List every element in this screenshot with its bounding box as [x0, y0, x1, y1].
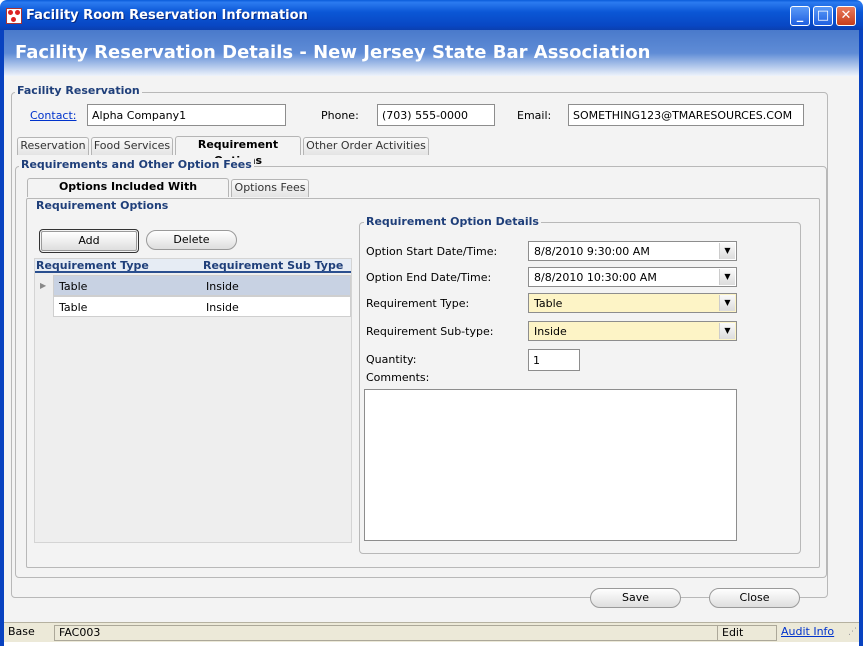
start-datetime-value: 8/8/2010 9:30:00 AM	[534, 245, 650, 258]
comments-textarea[interactable]	[364, 389, 737, 541]
start-datetime-picker[interactable]: 8/8/2010 9:30:00 AM ▼	[528, 241, 737, 261]
contact-field[interactable]: Alpha Company1	[87, 104, 286, 126]
minimize-icon[interactable]: _	[790, 6, 810, 26]
requirement-type-select[interactable]: Table ▼	[528, 293, 737, 313]
option-details-title: Requirement Option Details	[364, 215, 541, 228]
app-icon	[6, 8, 22, 24]
tab-options-included[interactable]: Options Included With Reservation	[27, 178, 229, 209]
phone-field[interactable]: (703) 555-0000	[377, 104, 495, 126]
save-button[interactable]: Save	[590, 588, 681, 608]
requirement-subtype-select[interactable]: Inside ▼	[528, 321, 737, 341]
tab-options-fees[interactable]: Options Fees	[231, 179, 309, 197]
status-bar: Base FAC003 Edit Audit Info ⋰	[4, 622, 859, 642]
quantity-label: Quantity:	[366, 353, 417, 366]
quantity-field[interactable]: 1	[528, 349, 580, 371]
close-icon[interactable]: ✕	[836, 6, 856, 26]
page-header: Facility Reservation Details - New Jerse…	[4, 30, 859, 76]
status-state: Edit	[717, 625, 777, 641]
tab-other-order-activities[interactable]: Other Order Activities	[303, 137, 429, 155]
end-datetime-picker[interactable]: 8/8/2010 10:30:00 AM ▼	[528, 267, 737, 287]
chevron-down-icon[interactable]: ▼	[719, 243, 735, 259]
tab-reservation[interactable]: Reservation	[17, 137, 89, 155]
requirements-group-title: Requirements and Other Option Fees	[19, 158, 254, 171]
requirement-options-title: Requirement Options	[34, 199, 171, 212]
phone-label: Phone:	[321, 109, 359, 122]
start-datetime-label: Option Start Date/Time:	[366, 245, 498, 258]
requirement-subtype-label: Requirement Sub-type:	[366, 325, 494, 338]
window-border-right	[859, 30, 863, 646]
column-requirement-sub-type[interactable]: Requirement Sub Type	[203, 259, 343, 272]
chevron-down-icon[interactable]: ▼	[719, 269, 735, 285]
requirement-type-label: Requirement Type:	[366, 297, 470, 310]
status-code: FAC003	[54, 625, 718, 641]
maximize-icon[interactable]: □	[813, 6, 833, 26]
grid-header: Requirement Type Requirement Sub Type	[35, 259, 351, 273]
chevron-down-icon[interactable]: ▼	[719, 295, 735, 311]
close-button[interactable]: Close	[709, 588, 800, 608]
page-title: Facility Reservation Details - New Jerse…	[15, 42, 651, 63]
email-label: Email:	[517, 109, 552, 122]
cell-requirement-sub-type: Inside	[206, 280, 239, 293]
cell-requirement-type: Table	[59, 301, 88, 314]
status-mode: Base	[8, 625, 35, 638]
tab-food-services[interactable]: Food Services	[91, 137, 173, 155]
delete-button[interactable]: Delete	[146, 230, 237, 250]
email-field[interactable]: SOMETHING123@TMARESOURCES.COM	[568, 104, 804, 126]
audit-info-link[interactable]: Audit Info	[777, 625, 838, 641]
column-requirement-type[interactable]: Requirement Type	[36, 259, 149, 272]
add-button[interactable]: Add	[39, 229, 139, 253]
end-datetime-label: Option End Date/Time:	[366, 271, 492, 284]
window-title: Facility Room Reservation Information	[26, 8, 308, 23]
comments-label: Comments:	[366, 371, 430, 384]
table-row[interactable]: Table Inside	[53, 275, 351, 296]
table-row[interactable]: Table Inside	[53, 296, 351, 317]
tab-requirement-options[interactable]: Requirement Options	[175, 136, 301, 167]
contact-link[interactable]: Contact:	[30, 109, 77, 122]
content-area: Facility Reservation Contact: Alpha Comp…	[4, 76, 859, 622]
cell-requirement-type: Table	[59, 280, 88, 293]
row-indicator-icon: ▶	[40, 281, 47, 290]
requirement-type-value: Table	[534, 297, 563, 310]
resize-grip-icon[interactable]: ⋰	[844, 625, 861, 641]
chevron-down-icon[interactable]: ▼	[719, 323, 735, 339]
window-titlebar[interactable]: Facility Room Reservation Information _ …	[0, 0, 863, 30]
end-datetime-value: 8/8/2010 10:30:00 AM	[534, 271, 657, 284]
facility-reservation-title: Facility Reservation	[15, 84, 142, 97]
cell-requirement-sub-type: Inside	[206, 301, 239, 314]
requirement-subtype-value: Inside	[534, 325, 567, 338]
